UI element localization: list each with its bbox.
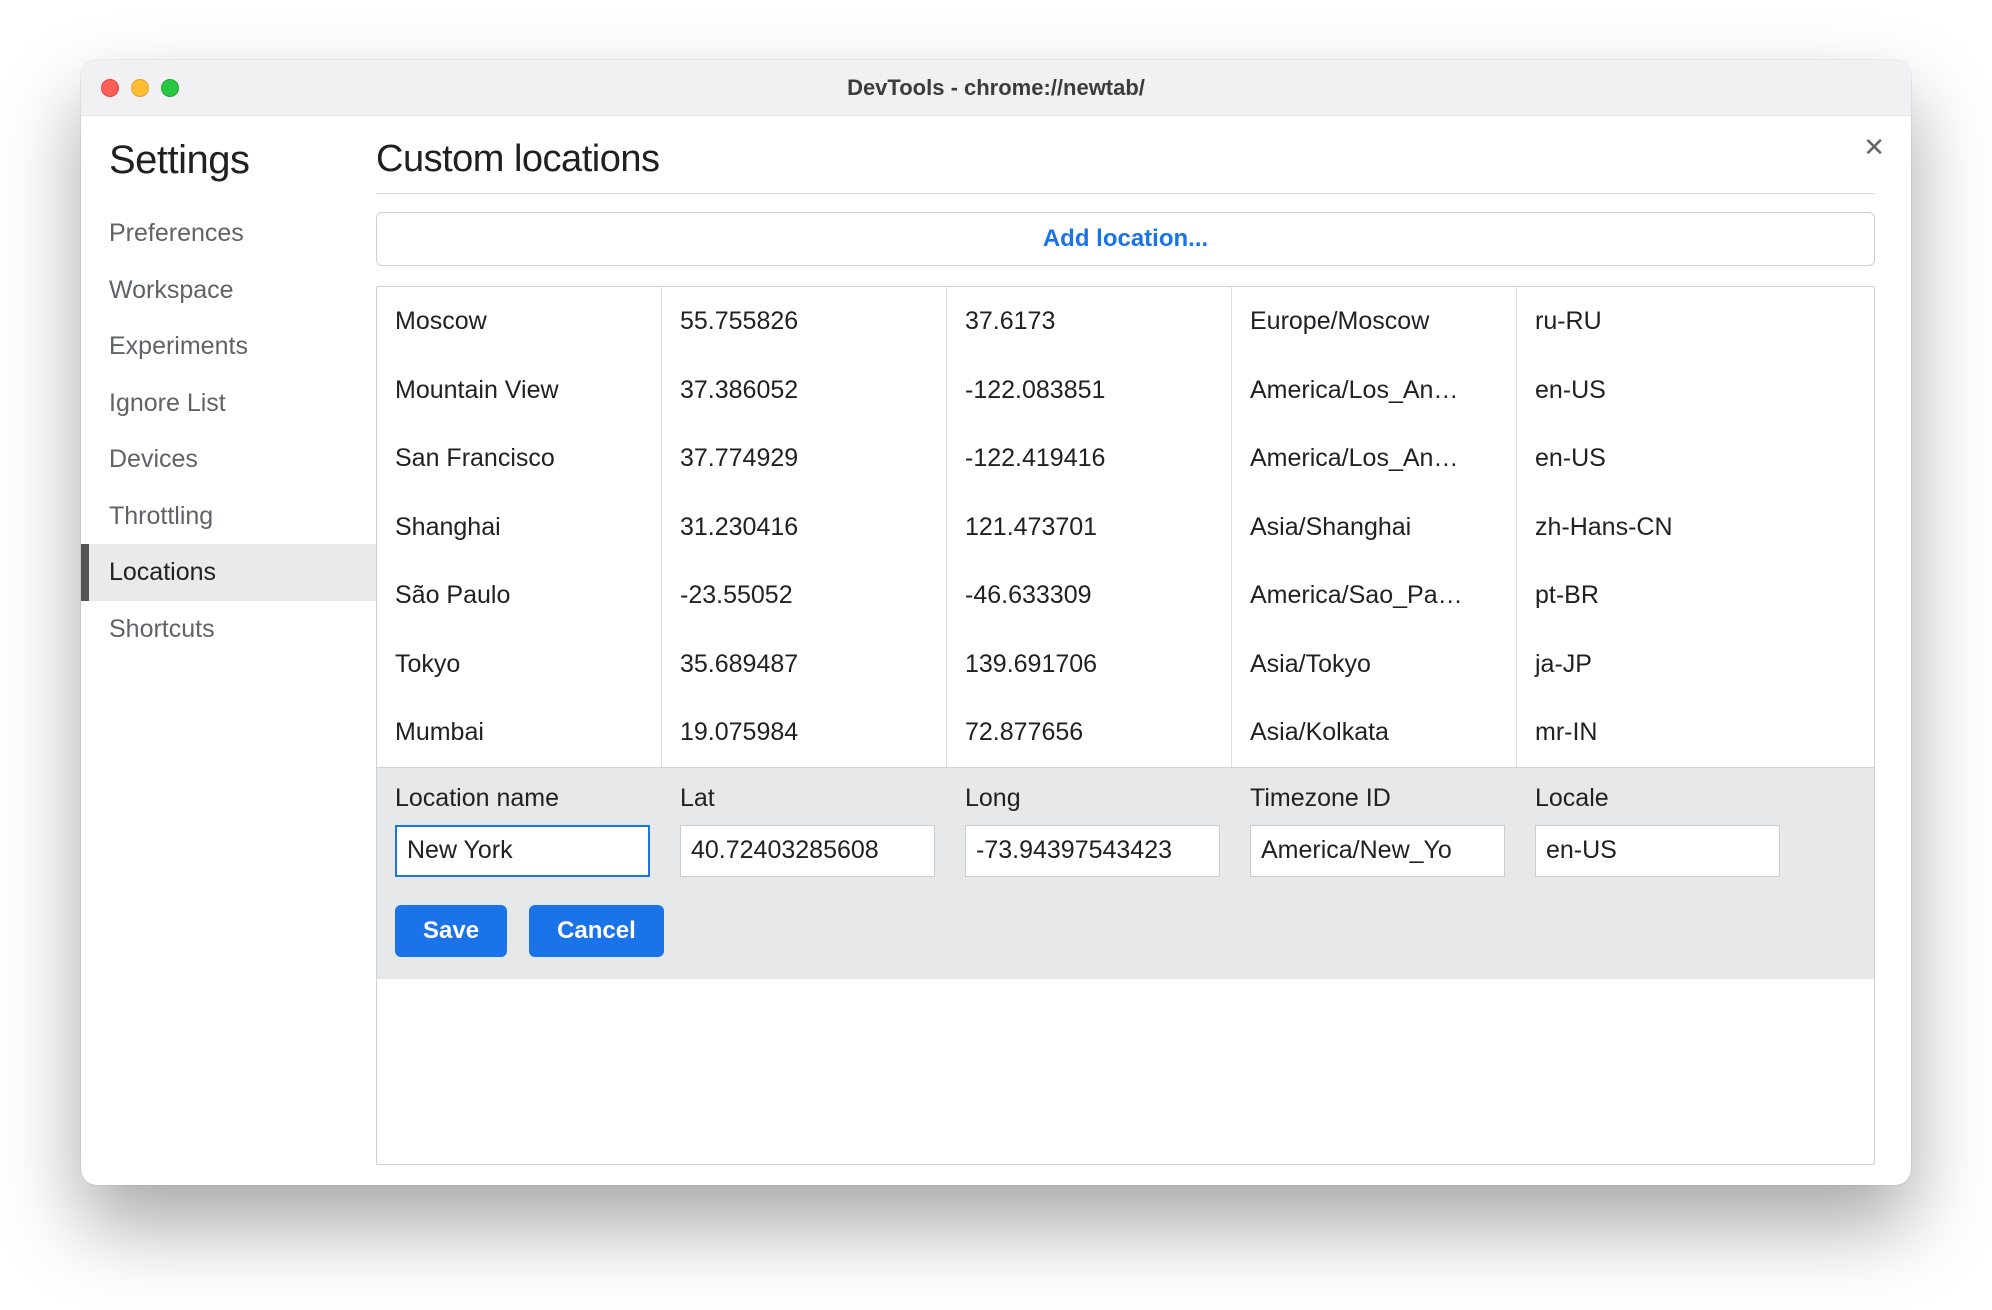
table-cell-locale[interactable]: en-US [1517, 356, 1792, 425]
table-cell-tz[interactable]: Asia/Kolkata [1232, 698, 1517, 767]
window-close-button[interactable] [101, 79, 119, 97]
table-cell-lat[interactable]: 37.386052 [662, 356, 947, 425]
sidebar-item-workspace[interactable]: Workspace [81, 262, 376, 319]
divider [376, 193, 1875, 194]
settings-main: Custom locations Add location... Moscow5… [376, 116, 1911, 1185]
devtools-window: DevTools - chrome://newtab/ ✕ Settings P… [81, 60, 1911, 1185]
editor-label-name: Location name [377, 768, 662, 821]
table-cell-tz[interactable]: Asia/Shanghai [1232, 493, 1517, 562]
sidebar-item-experiments[interactable]: Experiments [81, 318, 376, 375]
locations-table: Moscow55.75582637.6173Europe/Moscowru-RU… [376, 286, 1875, 1165]
sidebar-item-locations[interactable]: Locations [81, 544, 376, 601]
table-cell-locale[interactable]: mr-IN [1517, 698, 1792, 767]
editor-input-lat[interactable] [680, 825, 935, 877]
window-title: DevTools - chrome://newtab/ [81, 75, 1911, 101]
table-cell-long[interactable]: 139.691706 [947, 630, 1232, 699]
table-cell-tz[interactable]: America/Los_An… [1232, 424, 1517, 493]
sidebar-item-shortcuts[interactable]: Shortcuts [81, 601, 376, 658]
table-cell-locale[interactable]: en-US [1517, 424, 1792, 493]
cancel-button[interactable]: Cancel [529, 905, 664, 957]
editor-input-tz[interactable] [1250, 825, 1505, 877]
table-cell-locale[interactable]: ja-JP [1517, 630, 1792, 699]
save-button[interactable]: Save [395, 905, 507, 957]
editor-input-long[interactable] [965, 825, 1220, 877]
titlebar: DevTools - chrome://newtab/ [81, 60, 1911, 116]
close-icon[interactable]: ✕ [1863, 134, 1885, 160]
editor-label-locale: Locale [1517, 768, 1792, 821]
table-cell-long[interactable]: -122.083851 [947, 356, 1232, 425]
table-cell-long[interactable]: 37.6173 [947, 287, 1232, 356]
sidebar-item-throttling[interactable]: Throttling [81, 488, 376, 545]
table-cell-name[interactable]: Moscow [377, 287, 662, 356]
table-cell-long[interactable]: 72.877656 [947, 698, 1232, 767]
table-cell-name[interactable]: Tokyo [377, 630, 662, 699]
window-zoom-button[interactable] [161, 79, 179, 97]
add-location-button[interactable]: Add location... [376, 212, 1875, 266]
traffic-lights [81, 79, 179, 97]
table-cell-locale[interactable]: pt-BR [1517, 561, 1792, 630]
table-cell-lat[interactable]: -23.55052 [662, 561, 947, 630]
table-cell-lat[interactable]: 55.755826 [662, 287, 947, 356]
location-editor: Location name Lat Long Timezone ID Local… [377, 767, 1874, 979]
table-cell-long[interactable]: 121.473701 [947, 493, 1232, 562]
window-minimize-button[interactable] [131, 79, 149, 97]
sidebar-item-preferences[interactable]: Preferences [81, 205, 376, 262]
sidebar-item-devices[interactable]: Devices [81, 431, 376, 488]
table-cell-lat[interactable]: 19.075984 [662, 698, 947, 767]
table-cell-name[interactable]: Mountain View [377, 356, 662, 425]
table-cell-lat[interactable]: 35.689487 [662, 630, 947, 699]
sidebar-item-ignore-list[interactable]: Ignore List [81, 375, 376, 432]
table-cell-name[interactable]: Shanghai [377, 493, 662, 562]
table-cell-tz[interactable]: America/Sao_Pa… [1232, 561, 1517, 630]
editor-label-tz: Timezone ID [1232, 768, 1517, 821]
table-cell-locale[interactable]: zh-Hans-CN [1517, 493, 1792, 562]
editor-input-name[interactable] [395, 825, 650, 877]
table-cell-lat[interactable]: 31.230416 [662, 493, 947, 562]
settings-title: Settings [81, 138, 376, 183]
table-cell-lat[interactable]: 37.774929 [662, 424, 947, 493]
table-cell-tz[interactable]: Europe/Moscow [1232, 287, 1517, 356]
table-cell-long[interactable]: -122.419416 [947, 424, 1232, 493]
table-cell-name[interactable]: São Paulo [377, 561, 662, 630]
table-cell-long[interactable]: -46.633309 [947, 561, 1232, 630]
table-cell-tz[interactable]: America/Los_An… [1232, 356, 1517, 425]
table-cell-name[interactable]: San Francisco [377, 424, 662, 493]
editor-label-long: Long [947, 768, 1232, 821]
settings-sidebar: Settings PreferencesWorkspaceExperiments… [81, 116, 376, 1185]
table-cell-name[interactable]: Mumbai [377, 698, 662, 767]
table-cell-tz[interactable]: Asia/Tokyo [1232, 630, 1517, 699]
editor-label-lat: Lat [662, 768, 947, 821]
editor-input-locale[interactable] [1535, 825, 1780, 877]
page-title: Custom locations [376, 138, 1875, 181]
table-cell-locale[interactable]: ru-RU [1517, 287, 1792, 356]
